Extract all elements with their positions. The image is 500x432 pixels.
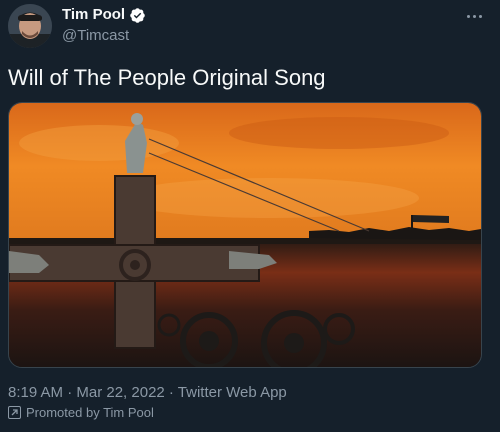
tweet-card: Tim Pool @Timcast Will of The People Ori… bbox=[0, 0, 500, 432]
promoted-arrow-icon bbox=[8, 406, 21, 419]
tweet-media-image[interactable] bbox=[8, 102, 482, 368]
display-name[interactable]: Tim Pool bbox=[62, 6, 125, 24]
author-block: Tim Pool @Timcast bbox=[62, 6, 146, 46]
handle[interactable]: @Timcast bbox=[62, 26, 146, 46]
name-row: Tim Pool bbox=[62, 6, 146, 24]
more-options-button[interactable] bbox=[462, 6, 486, 26]
promoted-label-row: Promoted by Tim Pool bbox=[8, 405, 154, 420]
more-options-icon bbox=[466, 14, 470, 18]
verified-badge-icon bbox=[129, 7, 146, 24]
avatar[interactable] bbox=[8, 4, 52, 48]
tweet-timestamp[interactable]: 8:19 AM · Mar 22, 2022 · Twitter Web App bbox=[8, 384, 287, 401]
tweet-text: Will of The People Original Song bbox=[8, 65, 326, 90]
promoted-by-text[interactable]: Promoted by Tim Pool bbox=[26, 405, 154, 420]
